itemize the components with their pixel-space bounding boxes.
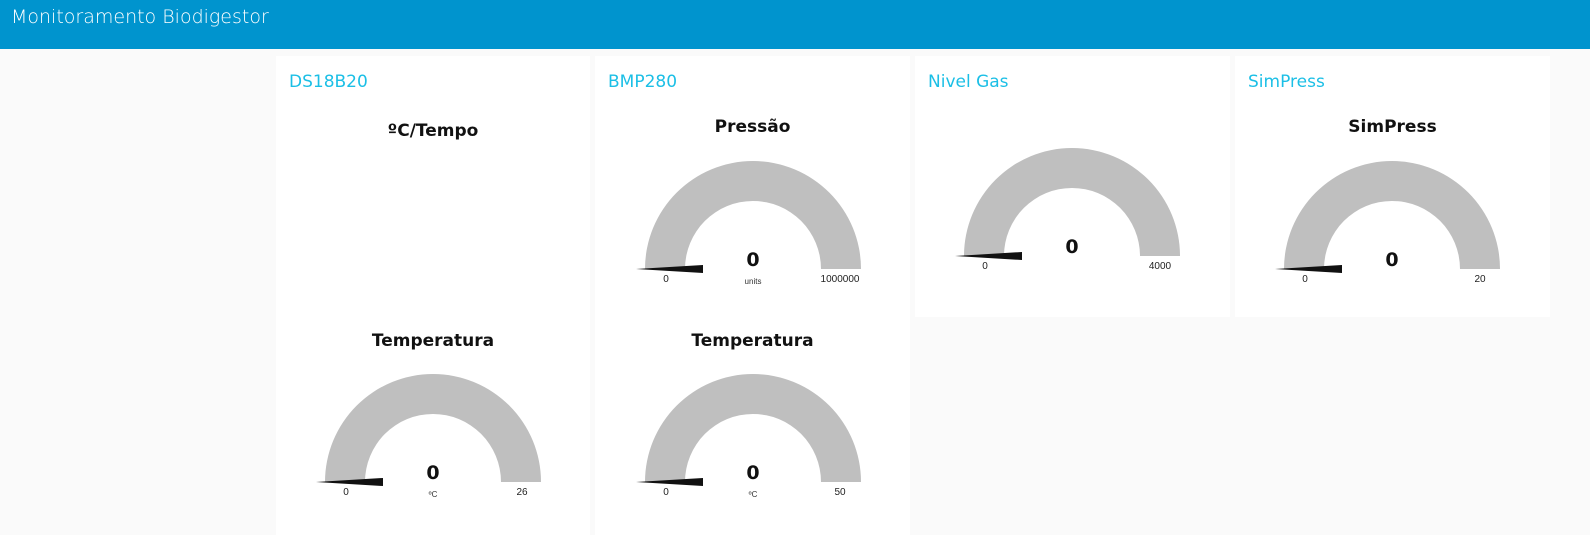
group-nivel-gas: Nivel Gas 0 0 4000 bbox=[915, 56, 1230, 317]
gauge-title: Pressão bbox=[714, 117, 791, 137]
chart-title: ºC/Tempo bbox=[387, 121, 479, 141]
gauge-title: Temperatura bbox=[371, 331, 495, 351]
gauge-min: 0 bbox=[1302, 274, 1308, 285]
gauge-max: 4000 bbox=[1149, 261, 1172, 272]
gauge-max: 50 bbox=[834, 487, 846, 498]
gauge-units: ºC bbox=[429, 490, 438, 499]
gas-level-gauge: 0 0 4000 bbox=[955, 148, 1180, 272]
gauge-title: SimPress bbox=[1348, 117, 1437, 137]
gauge-max: 1000000 bbox=[821, 274, 860, 285]
group-title: SimPress bbox=[1248, 72, 1325, 92]
toolbar: Monitoramento Biodigestor bbox=[0, 0, 1590, 49]
group-bmp280: BMP280 Pressão 0 units 0 1000000 Tempera… bbox=[595, 56, 910, 535]
app-title: Monitoramento Biodigestor bbox=[11, 6, 269, 28]
temperature-gauge: 0 ºC 0 26 bbox=[316, 374, 541, 499]
gauge-min: 0 bbox=[343, 487, 349, 498]
group-simpress: SimPress SimPress 0 0 20 bbox=[1235, 56, 1550, 317]
group-ds18b20: DS18B20 ºC/Tempo Temperatura 0 ºC 0 26 bbox=[276, 56, 590, 535]
group-title: DS18B20 bbox=[289, 72, 368, 92]
gauge-min: 0 bbox=[663, 487, 669, 498]
gauge-value: 0 bbox=[1065, 236, 1078, 258]
gauge-max: 26 bbox=[516, 487, 528, 498]
gauge-min: 0 bbox=[982, 261, 988, 272]
gauge-title: Temperatura bbox=[691, 331, 814, 351]
pressure-gauge: 0 units 0 1000000 bbox=[636, 161, 861, 286]
simpress-gauge: 0 0 20 bbox=[1275, 161, 1500, 285]
gauge-value: 0 bbox=[426, 462, 439, 484]
gauge-value: 0 bbox=[1385, 249, 1398, 271]
gauge-units: units bbox=[745, 277, 762, 286]
gauge-value: 0 bbox=[746, 462, 759, 484]
gauge-max: 20 bbox=[1474, 274, 1486, 285]
gauge-value: 0 bbox=[746, 249, 759, 271]
group-title: BMP280 bbox=[608, 72, 678, 92]
gauge-min: 0 bbox=[663, 274, 669, 285]
temperature-gauge: 0 ºC 0 50 bbox=[636, 374, 861, 499]
group-title: Nivel Gas bbox=[928, 72, 1009, 92]
gauge-units: ºC bbox=[749, 490, 758, 499]
